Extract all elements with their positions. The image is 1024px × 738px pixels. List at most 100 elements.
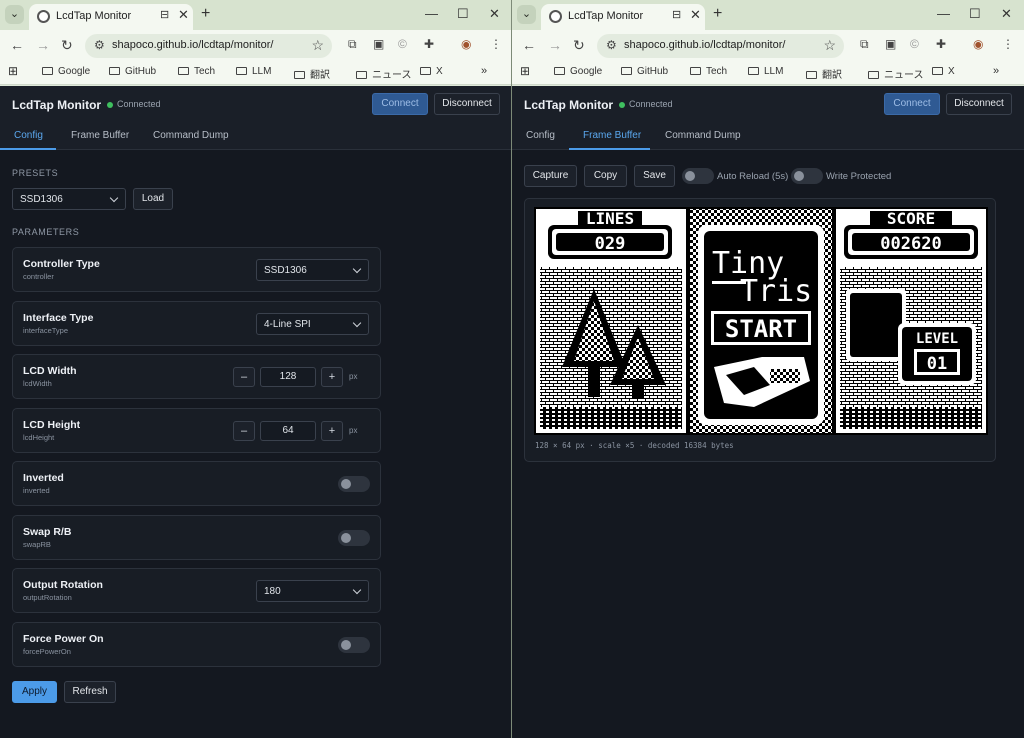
bookmark-tech[interactable]: Tech [690, 66, 727, 77]
refresh-button[interactable]: Refresh [64, 681, 116, 703]
bookmark-google[interactable]: Google [42, 66, 90, 77]
copy-button[interactable]: Copy [584, 165, 627, 187]
puzzle-icon[interactable]: ✚ [936, 37, 946, 51]
disconnect-button[interactable]: Disconnect [434, 93, 500, 115]
connect-button[interactable]: Connect [884, 93, 940, 115]
extension-icon-1[interactable]: ⧉ [348, 37, 357, 52]
auto-reload-toggle[interactable] [682, 168, 714, 184]
decrement-button[interactable]: – [233, 367, 255, 387]
force-power-on-toggle[interactable] [338, 637, 370, 653]
bookmark-github[interactable]: GitHub [109, 66, 156, 77]
increment-button[interactable]: + [321, 367, 343, 387]
decrement-button[interactable]: – [233, 421, 255, 441]
bookmarks-overflow[interactable]: » [993, 65, 999, 77]
param-controller-type: Controller Type controller SSD1306 [12, 247, 381, 292]
bookmark-llm[interactable]: LLM [236, 66, 271, 77]
bookmark-google[interactable]: Google [554, 66, 602, 77]
address-bar[interactable]: ⚙ shapoco.github.io/lcdtap/monitor/ ☆ [597, 34, 844, 58]
site-info-icon[interactable]: ⚙ [606, 38, 617, 52]
tab-config[interactable]: Config [14, 130, 43, 141]
bookmark-translate[interactable]: 翻訳 [806, 66, 842, 81]
bookmark-x[interactable]: X [932, 66, 955, 77]
lcd-width-input[interactable]: 128 [260, 367, 316, 387]
menu-icon[interactable]: ⋮ [490, 37, 502, 51]
bookmark-translate[interactable]: 翻訳 [294, 66, 330, 81]
connect-button[interactable]: Connect [372, 93, 428, 115]
tab-frame-buffer[interactable]: Frame Buffer [71, 130, 129, 141]
tab-command-dump[interactable]: Command Dump [665, 130, 741, 141]
interface-type-select[interactable]: 4-Line SPI [256, 313, 369, 335]
bookmark-star-icon[interactable]: ☆ [823, 37, 836, 54]
bookmark-llm[interactable]: LLM [748, 66, 783, 77]
close-window-icon[interactable]: ✕ [1001, 6, 1012, 22]
capture-button[interactable]: Capture [524, 165, 577, 187]
minimize-icon[interactable]: — [937, 6, 950, 21]
extension-icon-1[interactable]: ⧉ [860, 37, 869, 52]
increment-button[interactable]: + [321, 421, 343, 441]
output-rotation-select[interactable]: 180 [256, 580, 369, 602]
browser-tab[interactable]: LcdTap Monitor ⊟ ✕ [541, 4, 705, 30]
forward-icon[interactable]: → [36, 37, 50, 53]
preset-select[interactable]: SSD1306 [12, 188, 126, 210]
close-window-icon[interactable]: ✕ [489, 6, 500, 22]
param-swap-rb: Swap R/B swapRB [12, 515, 381, 560]
unit-label: px [349, 372, 358, 381]
maximize-icon[interactable]: ☐ [969, 6, 981, 22]
extension-icon-3[interactable]: © [910, 37, 919, 51]
tab-frame-buffer[interactable]: Frame Buffer [583, 130, 641, 141]
param-inverted: Inverted inverted [12, 461, 381, 506]
profile-icon[interactable]: ◉ [461, 37, 471, 51]
close-tab-icon[interactable]: ✕ [690, 7, 701, 23]
new-tab-button[interactable]: + [201, 5, 210, 23]
apps-icon[interactable]: ⊞ [8, 64, 18, 78]
bookmark-news[interactable]: ニュース [868, 66, 924, 81]
extension-icon-2[interactable]: ▣ [373, 37, 384, 51]
parameters-heading: PARAMETERS [12, 227, 80, 237]
controller-type-select[interactable]: SSD1306 [256, 259, 369, 281]
globe-icon [37, 10, 50, 23]
minimize-icon[interactable]: — [425, 6, 438, 21]
bookmark-tech[interactable]: Tech [178, 66, 215, 77]
frame-buffer-canvas[interactable]: LINES 029 Tiny Tris START SCORE 002620 L… [534, 207, 988, 435]
tab-command-dump[interactable]: Command Dump [153, 130, 229, 141]
reload-icon[interactable]: ↻ [61, 37, 73, 54]
level-value: 01 [927, 354, 947, 374]
bookmark-x[interactable]: X [420, 66, 443, 77]
bookmark-star-icon[interactable]: ☆ [311, 37, 324, 54]
apply-button[interactable]: Apply [12, 681, 57, 703]
apps-icon[interactable]: ⊞ [520, 64, 530, 78]
forward-icon[interactable]: → [548, 37, 562, 53]
back-icon[interactable]: ← [522, 37, 536, 53]
bookmark-github[interactable]: GitHub [621, 66, 668, 77]
inverted-toggle[interactable] [338, 476, 370, 492]
save-button[interactable]: Save [634, 165, 675, 187]
active-tab-indicator [0, 148, 56, 150]
extension-icon-2[interactable]: ▣ [885, 37, 896, 51]
menu-icon[interactable]: ⋮ [1002, 37, 1014, 51]
new-tab-button[interactable]: + [713, 5, 722, 23]
write-protected-toggle[interactable] [791, 168, 823, 184]
extension-icon-3[interactable]: © [398, 37, 407, 51]
disconnect-button[interactable]: Disconnect [946, 93, 1012, 115]
close-tab-icon[interactable]: ✕ [178, 7, 189, 23]
address-bar[interactable]: ⚙ shapoco.github.io/lcdtap/monitor/ ☆ [85, 34, 332, 58]
browser-tab[interactable]: LcdTap Monitor ⊟ ✕ [29, 4, 193, 30]
reload-icon[interactable]: ↻ [573, 37, 585, 54]
tab-config[interactable]: Config [526, 130, 555, 141]
swap-rb-toggle[interactable] [338, 530, 370, 546]
lcd-height-input[interactable]: 64 [260, 421, 316, 441]
bookmarks-overflow[interactable]: » [481, 65, 487, 77]
bookmark-news[interactable]: ニュース [356, 66, 412, 81]
param-interface-type: Interface Type interfaceType 4-Line SPI [12, 301, 381, 346]
site-info-icon[interactable]: ⚙ [94, 38, 105, 52]
media-icon[interactable]: ⊟ [160, 8, 169, 21]
media-icon[interactable]: ⊟ [672, 8, 681, 21]
back-icon[interactable]: ← [10, 37, 24, 53]
bookmarks-bar: ⊞ Google GitHub Tech LLM 翻訳 ニュース X » [512, 61, 1024, 85]
maximize-icon[interactable]: ☐ [457, 6, 469, 22]
profile-icon[interactable]: ◉ [973, 37, 983, 51]
tab-search-button[interactable]: ⌄ [517, 5, 536, 24]
load-button[interactable]: Load [133, 188, 173, 210]
puzzle-icon[interactable]: ✚ [424, 37, 434, 51]
tab-search-button[interactable]: ⌄ [5, 5, 24, 24]
